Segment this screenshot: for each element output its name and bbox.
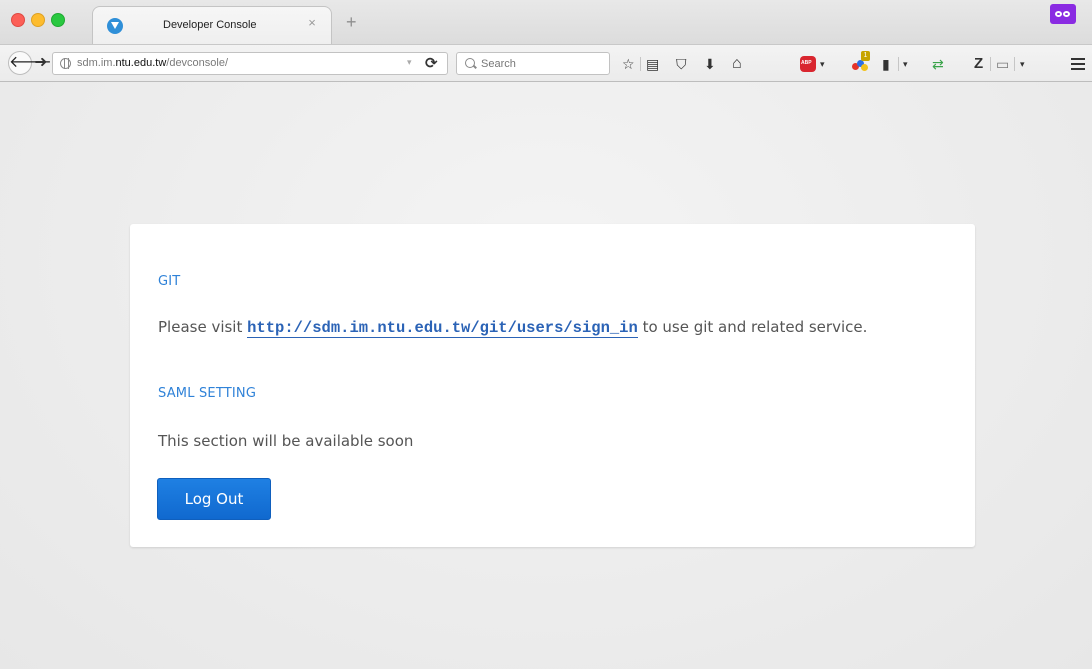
reload-icon[interactable]: ⟳ [425, 54, 438, 72]
menu-icon-bar [1071, 68, 1085, 70]
git-sign-in-link[interactable]: http://sdm.im.ntu.edu.tw/git/users/sign_… [247, 319, 638, 338]
reading-list-icon[interactable]: ▤ [646, 55, 659, 73]
globe-icon [60, 58, 71, 69]
git-text-before: Please visit [158, 318, 248, 336]
url-dropdown-icon[interactable]: ▾ [407, 57, 412, 68]
adblock-icon[interactable] [800, 56, 816, 72]
menu-icon-bar [1071, 58, 1085, 60]
browser-window: Developer Console × + 🡐 ➜ sdm.im.ntu.edu… [0, 0, 1092, 669]
zoom-window-button[interactable] [51, 13, 65, 27]
zotero-icon[interactable]: Z [974, 55, 983, 73]
url-host: ntu.edu.tw [115, 57, 167, 69]
private-mask-icon[interactable] [1050, 4, 1076, 24]
saml-heading: SAML SETTING [158, 386, 257, 401]
extension-badge: 1 [861, 51, 870, 61]
close-window-button[interactable] [11, 13, 25, 27]
page-icon[interactable]: ▭ [996, 55, 1009, 73]
toolbar-separator [1014, 57, 1015, 71]
url-path: /devconsole/ [166, 57, 229, 69]
bookmark-star-icon[interactable]: ☆ [622, 55, 635, 73]
url-bar[interactable]: sdm.im.ntu.edu.tw/devconsole/ ▾ ⟳ [52, 52, 448, 75]
toolbar-separator [640, 57, 641, 71]
toolbar-separator [990, 57, 991, 71]
saml-text: This section will be available soon [158, 432, 414, 450]
home-icon[interactable]: ⌂ [732, 55, 742, 73]
menu-icon[interactable] [1071, 58, 1085, 70]
extension-icon[interactable]: 1 [852, 51, 870, 73]
pocket-icon[interactable]: ⛉ [676, 55, 687, 73]
new-tab-button[interactable]: + [346, 13, 357, 31]
search-icon [465, 58, 475, 68]
toolbar-separator [898, 57, 899, 71]
url-text[interactable]: sdm.im.ntu.edu.tw/devconsole/ [77, 57, 228, 69]
git-heading: GIT [158, 274, 181, 289]
minimize-window-button[interactable] [31, 13, 45, 27]
clipboard-icon[interactable]: ▮ [882, 55, 890, 73]
console-card: GIT Please visit http://sdm.im.ntu.edu.t… [130, 224, 975, 547]
download-icon[interactable]: ⬇ [704, 55, 716, 73]
logout-button[interactable]: Log Out [157, 478, 271, 520]
tab-title: Developer Console [163, 19, 257, 31]
search-bar[interactable] [456, 52, 610, 75]
adblock-dropdown-icon[interactable]: ▾ [820, 55, 825, 73]
clipboard-dropdown-icon[interactable]: ▾ [903, 55, 908, 73]
tab-developer-console[interactable]: Developer Console × [92, 6, 332, 44]
git-text-after: to use git and related service. [637, 318, 868, 336]
page-viewport: GIT Please visit http://sdm.im.ntu.edu.t… [0, 82, 1092, 669]
title-bar: Developer Console × + [0, 0, 1092, 44]
favicon-icon [107, 18, 123, 34]
search-input[interactable] [481, 55, 601, 72]
page-dropdown-icon[interactable]: ▾ [1020, 55, 1025, 73]
url-prefix: sdm.im. [77, 57, 116, 69]
extension-dot-yellow [861, 64, 868, 71]
git-instructions: Please visit http://sdm.im.ntu.edu.tw/gi… [158, 318, 868, 338]
menu-icon-bar [1071, 63, 1085, 65]
navigation-toolbar: 🡐 ➜ sdm.im.ntu.edu.tw/devconsole/ ▾ ⟳ ☆ … [0, 44, 1092, 82]
forward-button[interactable]: ➜ [34, 53, 47, 73]
back-button[interactable]: 🡐 [8, 51, 52, 75]
sync-icon[interactable]: ⇄ [932, 55, 944, 73]
tab-close-icon[interactable]: × [305, 16, 319, 30]
